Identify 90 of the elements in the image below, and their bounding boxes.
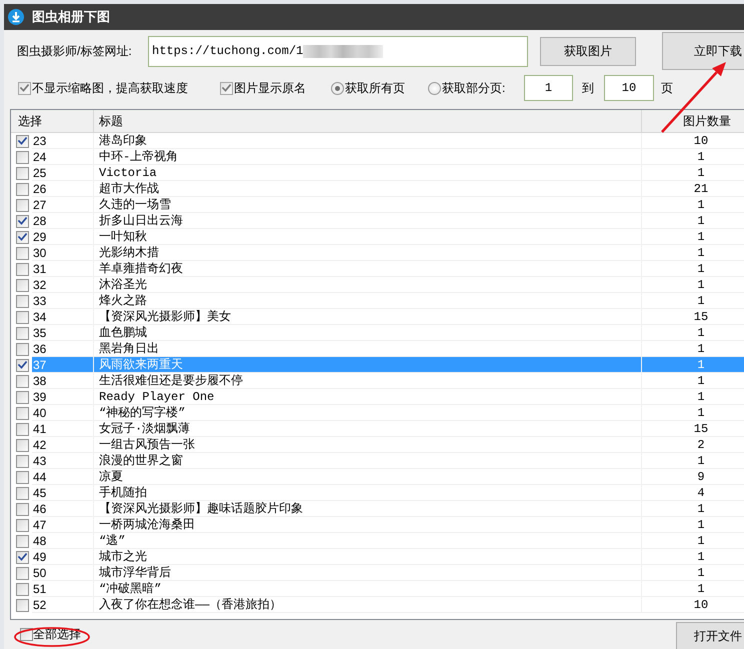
checkbox[interactable]	[16, 150, 29, 164]
checkbox[interactable]	[16, 166, 29, 180]
checkbox[interactable]	[16, 134, 29, 148]
table-row[interactable]: 36 黑岩角日出 1	[32, 341, 744, 357]
checkbox[interactable]	[16, 406, 29, 420]
table-row[interactable]: 48 “逃” 1	[32, 533, 744, 549]
table-row[interactable]: 43 浪漫的世界之窗 1	[32, 453, 744, 469]
checkbox[interactable]	[16, 246, 29, 260]
checkbox[interactable]	[16, 198, 29, 212]
table-row[interactable]: 30 光影纳木措 1	[32, 245, 744, 261]
checkbox[interactable]	[16, 262, 29, 276]
checkbox[interactable]	[16, 310, 29, 324]
checkbox[interactable]	[16, 326, 29, 340]
table-row[interactable]: 50 城市浮华背后 1	[32, 565, 744, 581]
checkbox[interactable]	[16, 182, 29, 196]
table-row[interactable]: 51 “冲破黑暗” 1	[32, 581, 744, 597]
checkbox[interactable]	[16, 230, 29, 244]
checkbox[interactable]	[16, 214, 29, 228]
photo-count: 10	[642, 597, 744, 613]
checkmark-icon	[18, 137, 27, 145]
checkbox[interactable]	[16, 342, 29, 356]
checkbox[interactable]	[16, 390, 29, 404]
checkbox[interactable]	[220, 82, 233, 94]
checkmark-icon	[18, 361, 27, 369]
radio-dot-icon	[335, 86, 340, 90]
checkbox[interactable]	[16, 502, 29, 516]
radio-label[interactable]: 获取部分页:	[442, 80, 506, 96]
row-number: 52	[32, 597, 94, 613]
table-row[interactable]: 26 超市大作战 21	[32, 181, 744, 197]
checkbox[interactable]	[16, 582, 29, 596]
table-row[interactable]: 52 入夜了你在想念谁——（香港旅拍） 10	[32, 597, 744, 613]
checkbox[interactable]	[16, 550, 29, 564]
table-row[interactable]: 27 久违的一场雪 1	[32, 197, 744, 213]
radio-button[interactable]	[428, 82, 441, 94]
table-row[interactable]: 45 手机随拍 4	[32, 485, 744, 501]
table-row[interactable]: 49 城市之光 1	[32, 549, 744, 565]
page-from-field[interactable]: 1	[524, 75, 573, 101]
table-row[interactable]: 41 女冠子·淡烟飘薄 15	[32, 421, 744, 437]
table-row[interactable]: 25 Victoria 1	[32, 165, 744, 181]
table-row[interactable]: 33 烽火之路 1	[32, 293, 744, 309]
column-header[interactable]: 标题	[94, 110, 642, 132]
checkbox[interactable]	[16, 278, 29, 292]
table-row[interactable]: 42 一组古风预告一张 2	[32, 437, 744, 453]
checkbox[interactable]	[16, 374, 29, 388]
table-row[interactable]: 32 沐浴圣光 1	[32, 277, 744, 293]
table-row[interactable]: 24 中环-上帝视角 1	[32, 149, 744, 165]
table-row[interactable]: 38 生活很难但还是要步履不停 1	[32, 373, 744, 389]
table-row[interactable]: 35 血色鹏城 1	[32, 325, 744, 341]
url-label: 图虫摄影师/标签网址:	[17, 42, 133, 60]
page-unit-label: 页	[661, 80, 673, 96]
checkbox[interactable]	[16, 518, 29, 532]
checkmark-icon	[222, 84, 231, 92]
table-row[interactable]: 44 凉夏 9	[32, 469, 744, 485]
window-title: 图虫相册下图	[32, 8, 110, 26]
checkbox[interactable]	[16, 598, 29, 612]
table-row[interactable]: 31 羊卓雍措奇幻夜 1	[32, 261, 744, 277]
checkbox-label[interactable]: 图片显示原名	[234, 80, 306, 96]
url-field[interactable]: https://tuchong.com/1	[148, 36, 528, 66]
checkbox[interactable]	[16, 566, 29, 580]
table-row[interactable]: 28 折多山日出云海 1	[32, 213, 744, 229]
table-row[interactable]: 47 一桥两城沧海桑田 1	[32, 517, 744, 533]
page-to-field[interactable]: 10	[604, 75, 654, 101]
checkbox[interactable]	[16, 294, 29, 308]
table-row[interactable]: 39 Ready Player One 1	[32, 389, 744, 405]
checkbox[interactable]	[16, 358, 29, 372]
checkmark-icon	[20, 84, 29, 92]
column-header[interactable]: 图片数量	[642, 110, 744, 132]
checkbox[interactable]	[16, 534, 29, 548]
table-row[interactable]: 23 港岛印象 10	[32, 133, 744, 149]
table-row[interactable]: 34 【资深风光摄影师】美女 15	[32, 309, 744, 325]
checkbox[interactable]	[18, 82, 31, 94]
table-row[interactable]: 29 一叶知秋 1	[32, 229, 744, 245]
checkbox[interactable]	[16, 454, 29, 468]
checkbox-label[interactable]: 不显示缩略图，提高获取速度	[32, 80, 188, 96]
checkbox[interactable]	[16, 486, 29, 500]
column-header[interactable]: 选择	[11, 110, 94, 132]
album-title: 入夜了你在想念谁——（香港旅拍）	[94, 597, 642, 613]
download-button[interactable]: 立即下载	[662, 32, 744, 70]
checkmark-icon	[18, 553, 27, 561]
checkbox[interactable]	[16, 422, 29, 436]
radio-label[interactable]: 获取所有页	[345, 80, 405, 96]
range-separator-label: 到	[582, 80, 594, 96]
fetch-button[interactable]: 获取图片	[540, 36, 636, 66]
open-file-button[interactable]: 打开文件	[676, 622, 744, 649]
radio-button[interactable]	[331, 82, 344, 94]
table-row[interactable]: 40 “神秘的写字楼” 1	[32, 405, 744, 421]
download-icon	[8, 9, 24, 25]
checkbox[interactable]	[16, 470, 29, 484]
table-row[interactable]: 46 【资深风光摄影师】趣味话题胶片印象 1	[32, 501, 744, 517]
checkbox[interactable]	[16, 438, 29, 452]
